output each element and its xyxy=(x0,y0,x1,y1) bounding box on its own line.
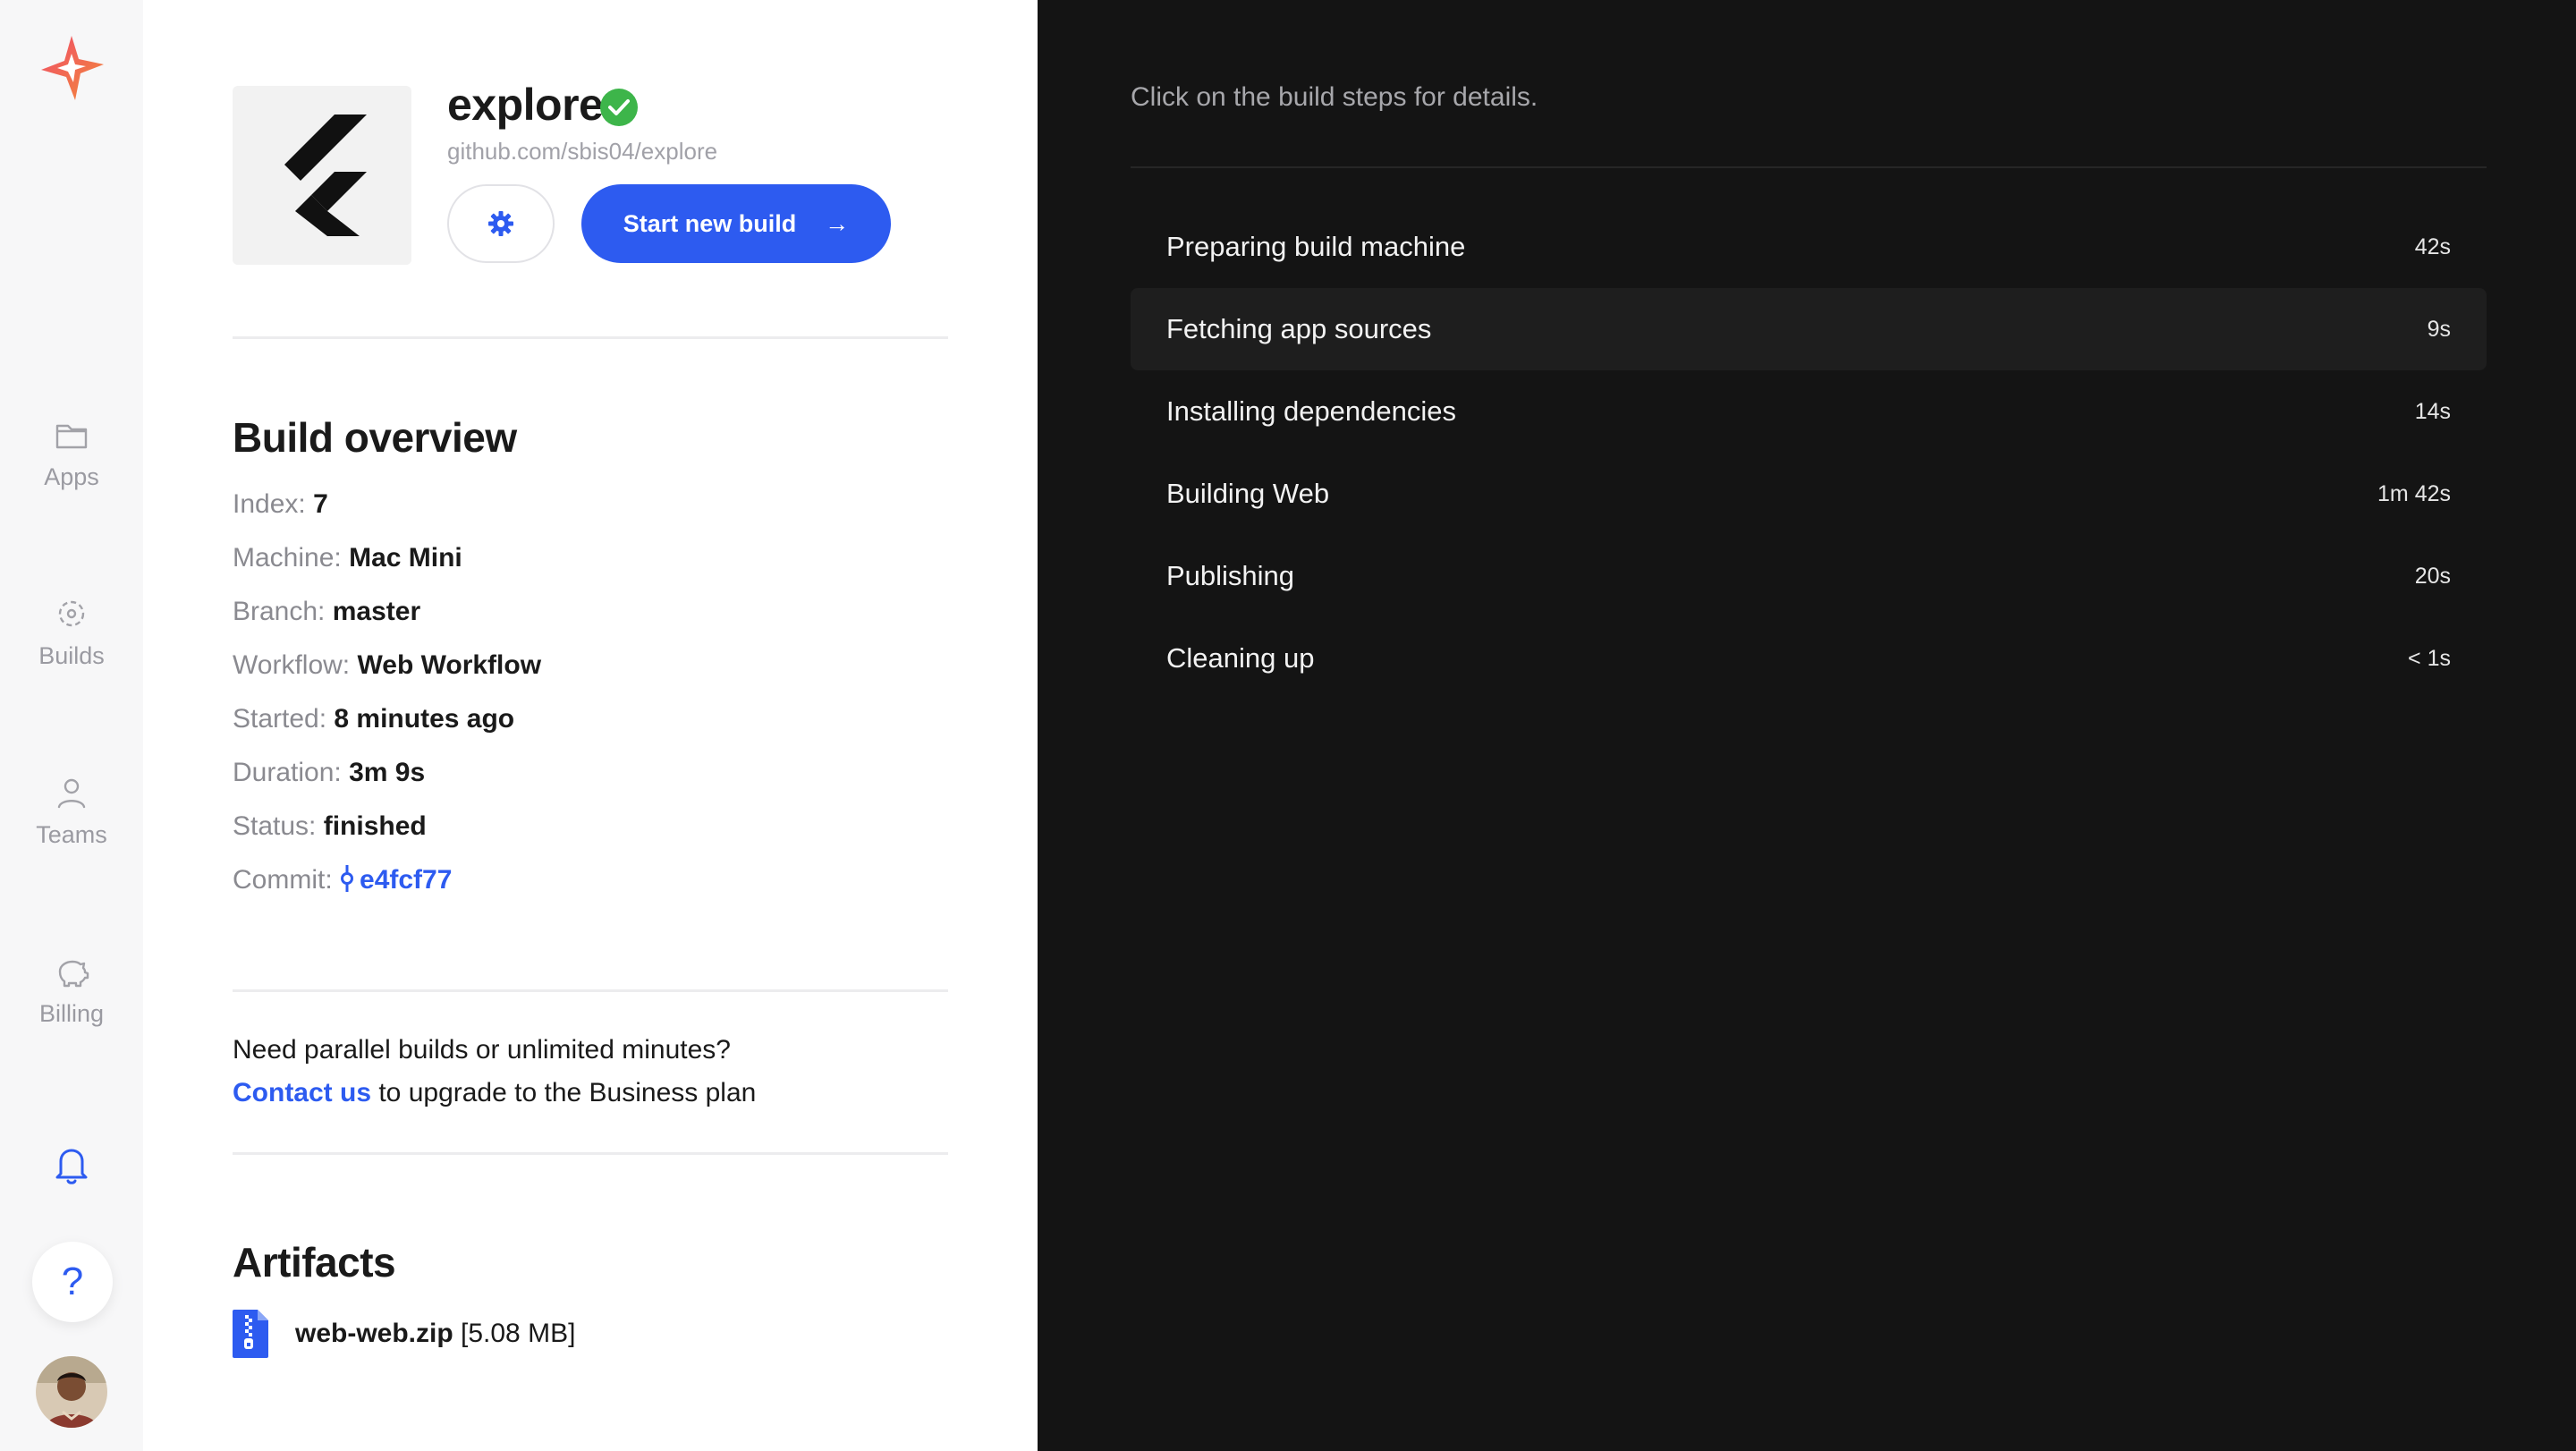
user-icon xyxy=(57,778,86,809)
overview-row-duration: Duration: 3m 9s xyxy=(233,746,425,800)
upgrade-line: to upgrade to the Business plan xyxy=(371,1078,757,1107)
overview-key: Started: xyxy=(233,704,327,734)
overview-row-machine: Machine: Mac Mini xyxy=(233,531,462,585)
app-settings-button[interactable] xyxy=(447,184,555,263)
artifacts-title: Artifacts xyxy=(233,1239,396,1286)
build-step-duration: 9s xyxy=(2427,316,2451,342)
commit-link[interactable]: e4fcf77 xyxy=(340,865,452,895)
git-commit-icon xyxy=(341,865,354,892)
divider xyxy=(233,336,948,339)
overview-key: Status: xyxy=(233,811,317,841)
folder-icon xyxy=(55,424,88,449)
sidebar-item-teams[interactable]: Teams xyxy=(0,773,143,849)
overview-key: Workflow: xyxy=(233,650,351,680)
build-steps-hint: Click on the build steps for details. xyxy=(1131,82,1538,112)
build-step-name: Publishing xyxy=(1166,560,1295,591)
sidebar: Apps Builds Teams Billing ? xyxy=(0,0,143,1451)
divider xyxy=(233,1152,948,1155)
overview-value: 3m 9s xyxy=(349,758,426,787)
upgrade-cta: Contact us to upgrade to the Business pl… xyxy=(233,1072,756,1115)
app-name: explore xyxy=(447,80,604,130)
flutter-logo-icon xyxy=(284,115,367,236)
overview-value: 7 xyxy=(313,489,328,519)
build-step-name: Fetching app sources xyxy=(1166,313,1432,344)
commit-hash: e4fcf77 xyxy=(360,865,453,895)
arrow-right-icon: → xyxy=(825,209,850,237)
build-step[interactable]: Building Web 1m 42s xyxy=(1131,453,2487,535)
overview-value: Mac Mini xyxy=(349,543,462,573)
overview-key: Commit: xyxy=(233,865,333,895)
build-step-name: Installing dependencies xyxy=(1166,395,1457,427)
piggy-bank-icon xyxy=(58,960,89,988)
bell-icon[interactable] xyxy=(52,1143,91,1186)
overview-key: Machine: xyxy=(233,543,342,573)
overview-key: Branch: xyxy=(233,597,326,626)
builds-icon xyxy=(58,600,85,627)
help-button[interactable]: ? xyxy=(32,1242,113,1322)
zip-file-icon xyxy=(233,1310,268,1358)
user-avatar-icon xyxy=(36,1356,107,1428)
build-step-duration: 1m 42s xyxy=(2377,480,2451,506)
start-new-build-label: Start new build xyxy=(623,209,797,237)
overview-key: Index: xyxy=(233,489,306,519)
build-step-name: Building Web xyxy=(1166,478,1330,509)
build-step[interactable]: Cleaning up < 1s xyxy=(1131,617,2487,700)
overview-value: master xyxy=(332,597,421,626)
avatar[interactable] xyxy=(36,1356,107,1428)
overview-row-branch: Branch: master xyxy=(233,585,420,639)
build-step-duration: < 1s xyxy=(2408,645,2451,671)
gear-icon xyxy=(488,211,513,236)
app-icon xyxy=(233,86,411,265)
contact-us-link[interactable]: Contact us xyxy=(233,1078,371,1107)
sidebar-item-label: Teams xyxy=(36,821,107,848)
overview-row-commit: Commit: e4fcf77 xyxy=(233,853,452,907)
sidebar-item-label: Billing xyxy=(38,1000,105,1027)
sidebar-item-label: Builds xyxy=(38,642,105,669)
overview-key: Duration: xyxy=(233,758,342,787)
overview-value: finished xyxy=(323,811,427,841)
build-step-duration: 20s xyxy=(2414,563,2451,589)
upgrade-notice: Need parallel builds or unlimited minute… xyxy=(233,1029,756,1115)
repository-url[interactable]: github.com/sbis04/explore xyxy=(447,138,717,165)
verified-check-icon xyxy=(600,89,638,126)
overview-row-index: Index: 7 xyxy=(233,478,328,531)
artifact-file-name: web-web.zip xyxy=(295,1319,453,1348)
sidebar-item-label: Apps xyxy=(44,463,99,490)
build-step-duration: 42s xyxy=(2414,233,2451,259)
artifact-file-size: [5.08 MB] xyxy=(453,1319,576,1348)
divider xyxy=(1131,166,2487,168)
sidebar-item-billing[interactable]: Billing xyxy=(0,952,143,1028)
overview-row-status: Status: finished xyxy=(233,800,427,853)
codemagic-logo-icon[interactable] xyxy=(36,32,107,104)
build-step[interactable]: Publishing 20s xyxy=(1131,535,2487,617)
build-step[interactable]: Preparing build machine 42s xyxy=(1131,206,2487,288)
build-step-duration: 14s xyxy=(2414,398,2451,424)
divider xyxy=(233,989,948,992)
artifact-item[interactable]: web-web.zip [5.08 MB] xyxy=(233,1310,575,1358)
overview-value: Web Workflow xyxy=(357,650,542,680)
start-new-build-button[interactable]: Start new build → xyxy=(581,184,891,263)
overview-row-workflow: Workflow: Web Workflow xyxy=(233,639,541,692)
build-step[interactable]: Installing dependencies 14s xyxy=(1131,370,2487,453)
overview-row-started: Started: 8 minutes ago xyxy=(233,692,514,746)
build-overview-title: Build overview xyxy=(233,414,517,461)
sidebar-item-apps[interactable]: Apps xyxy=(0,415,143,491)
build-steps-panel: Click on the build steps for details. Pr… xyxy=(1038,0,2576,1451)
build-step-name: Preparing build machine xyxy=(1166,231,1466,262)
sidebar-item-builds[interactable]: Builds xyxy=(0,594,143,670)
overview-value: 8 minutes ago xyxy=(334,704,515,734)
build-step-name: Cleaning up xyxy=(1166,642,1315,674)
upgrade-line: Need parallel builds or unlimited minute… xyxy=(233,1035,731,1065)
build-step[interactable]: Fetching app sources 9s xyxy=(1131,288,2487,370)
